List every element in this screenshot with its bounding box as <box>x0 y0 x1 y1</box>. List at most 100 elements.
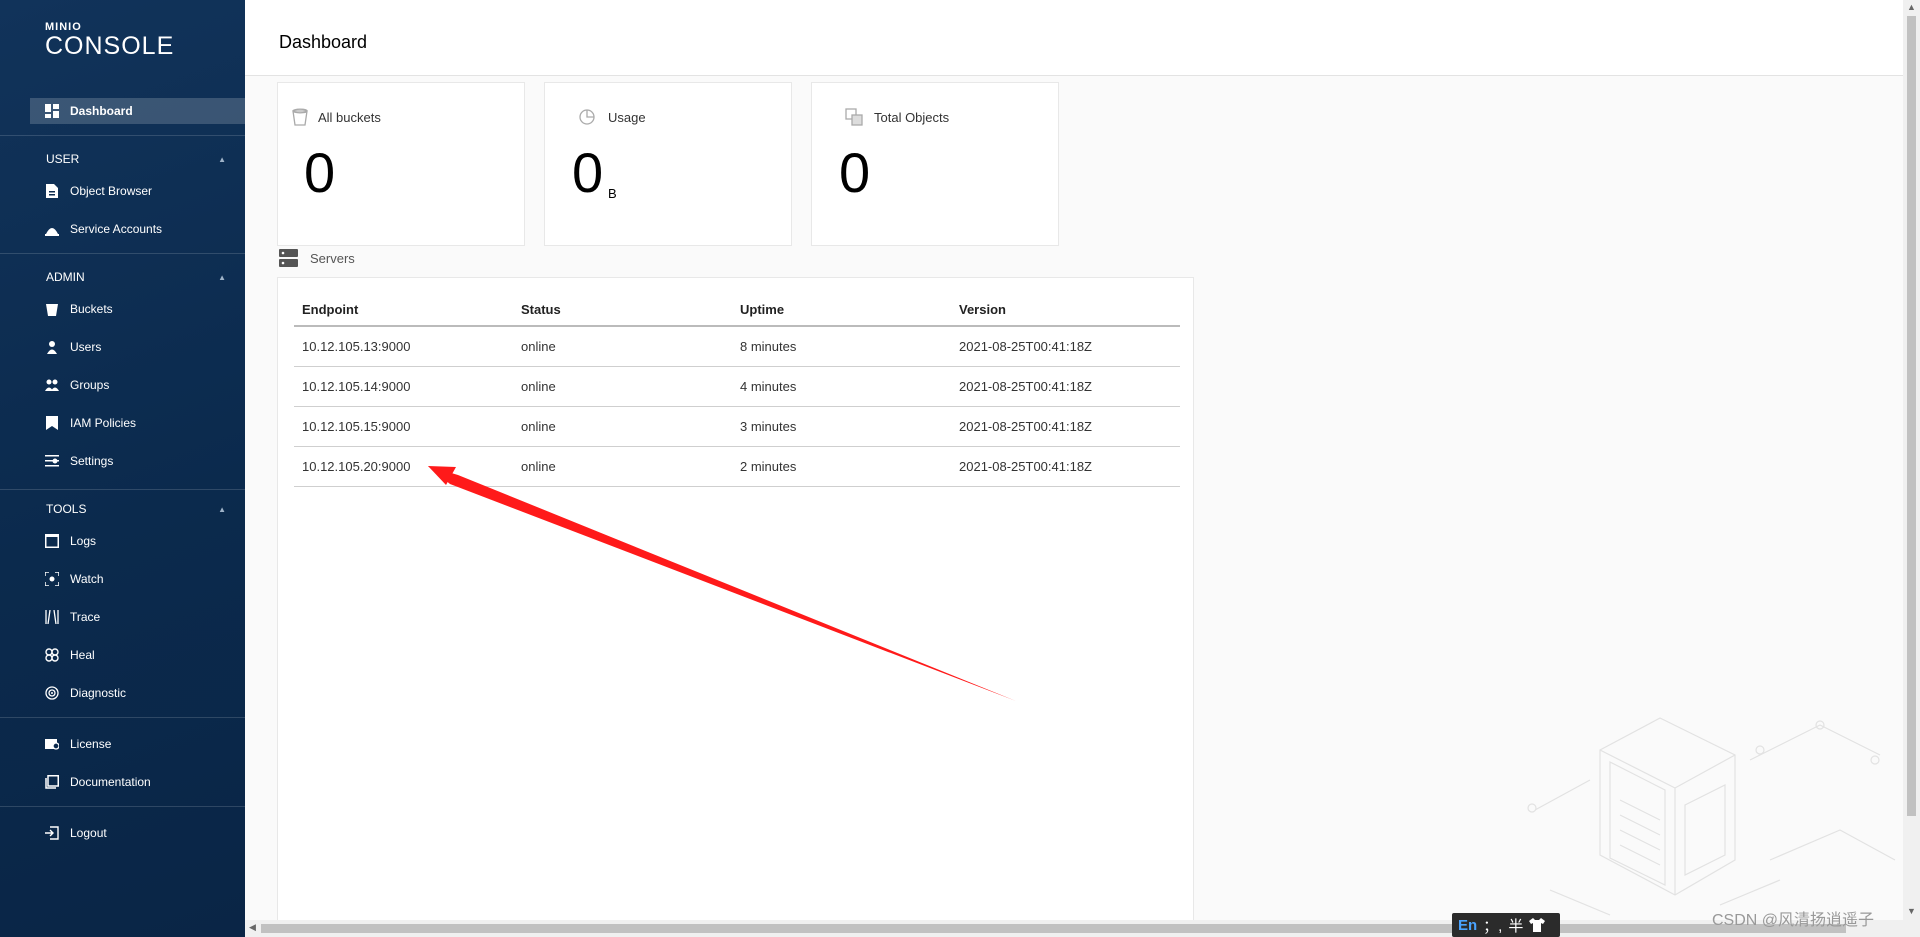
card-unit: B <box>608 186 617 201</box>
table-row[interactable]: 10.12.105.15:9000 online 3 minutes 2021-… <box>294 406 1180 447</box>
minio-console-logo[interactable]: MINIO CONSOLE <box>45 22 175 60</box>
card-label: All buckets <box>318 110 381 125</box>
page-title: Dashboard <box>279 32 368 52</box>
page-header: Dashboard <box>245 0 1905 76</box>
sidebar-item-logout[interactable]: Logout <box>30 820 245 846</box>
sidebar-item-label: Watch <box>70 572 104 586</box>
sidebar-item-users[interactable]: Users <box>30 334 245 360</box>
sidebar-item-license[interactable]: License <box>30 731 245 757</box>
cell-endpoint: 10.12.105.14:9000 <box>294 366 513 407</box>
sidebar-item-label: Buckets <box>70 302 113 316</box>
sidebar-item-iam-policies[interactable]: IAM Policies <box>30 410 245 436</box>
servers-section-header: Servers <box>279 249 355 267</box>
divider <box>0 489 245 490</box>
annotation-arrow <box>428 466 1016 701</box>
heal-icon <box>45 648 59 662</box>
sidebar-item-label: License <box>70 737 112 751</box>
watermark: CSDN @风清扬逍遥子 <box>1712 912 1875 929</box>
sidebar-item-groups[interactable]: Groups <box>30 372 245 398</box>
sidebar-item-service-accounts[interactable]: Service Accounts <box>30 216 245 242</box>
section-tools[interactable]: TOOLS ▲ <box>46 502 226 516</box>
collapse-caret-icon[interactable]: ▲ <box>218 273 226 282</box>
settings-icon <box>45 454 59 468</box>
cell-endpoint: 10.12.105.13:9000 <box>294 326 513 367</box>
card-label: Usage <box>608 110 646 125</box>
ime-status-bar[interactable]: En ；, 半 <box>1452 913 1560 937</box>
file-icon <box>45 184 59 198</box>
ime-mode[interactable]: En <box>1458 917 1477 934</box>
cell-endpoint: 10.12.105.15:9000 <box>294 406 513 447</box>
collapse-caret-icon[interactable]: ▲ <box>218 505 226 514</box>
cell-status: online <box>513 326 732 367</box>
cell-status: online <box>513 406 732 447</box>
sidebar-item-heal[interactable]: Heal <box>30 642 245 668</box>
license-icon <box>45 737 59 751</box>
cell-uptime: 8 minutes <box>732 326 951 367</box>
sidebar-item-logs[interactable]: Logs <box>30 528 245 554</box>
cell-uptime: 3 minutes <box>732 406 951 447</box>
sidebar-item-settings[interactable]: Settings <box>30 448 245 474</box>
section-title: ADMIN <box>46 270 85 284</box>
watch-icon <box>45 572 59 586</box>
cell-version: 2021-08-25T00:41:18Z <box>951 326 1180 367</box>
card-value: 0 <box>304 141 336 204</box>
scroll-down-arrow-icon[interactable]: ▼ <box>1907 906 1916 916</box>
sidebar-item-diagnostic[interactable]: Diagnostic <box>30 680 245 706</box>
cell-status: online <box>513 366 732 407</box>
card-value: 0 <box>839 141 871 204</box>
cell-uptime: 4 minutes <box>732 366 951 407</box>
scroll-up-arrow-icon[interactable]: ▲ <box>1907 2 1916 12</box>
ime-punct[interactable]: ；, <box>1483 915 1502 936</box>
horizontal-scroll-thumb[interactable] <box>261 924 1846 933</box>
sidebar-item-label: IAM Policies <box>70 416 137 430</box>
bucket-icon <box>290 107 310 127</box>
cell-version: 2021-08-25T00:41:18Z <box>951 406 1180 447</box>
documentation-icon <box>45 775 59 789</box>
table-header-row: Endpoint Status Uptime Version <box>294 294 1180 327</box>
decorative-server-illustration <box>1527 717 1896 916</box>
divider <box>0 717 245 718</box>
user-icon <box>45 340 59 354</box>
dashboard-icon <box>45 104 59 118</box>
sidebar-item-label: Logout <box>70 826 107 840</box>
diagnostic-icon <box>45 686 59 700</box>
ime-width[interactable]: 半 <box>1508 915 1523 936</box>
shirt-skin-icon[interactable] <box>1529 918 1546 932</box>
divider <box>0 806 245 807</box>
logs-icon <box>45 534 59 548</box>
logo-product: CONSOLE <box>45 32 175 60</box>
bell-service-icon <box>45 222 59 236</box>
sidebar-item-trace[interactable]: Trace <box>30 604 245 630</box>
column-header-version: Version <box>951 294 1180 327</box>
cell-version: 2021-08-25T00:41:18Z <box>951 366 1180 407</box>
sidebar-item-label: Users <box>70 340 102 354</box>
groups-icon <box>45 378 59 392</box>
sidebar-item-label: Diagnostic <box>70 686 127 700</box>
sidebar-item-label: Object Browser <box>70 184 153 198</box>
card-total-objects: Total Objects 0 <box>811 82 1059 246</box>
sidebar-item-label: Logs <box>70 534 97 548</box>
sidebar-item-dashboard[interactable]: Dashboard <box>30 98 245 124</box>
section-admin[interactable]: ADMIN ▲ <box>46 270 226 284</box>
vertical-scrollbar[interactable]: ▲ ▼ <box>1903 0 1920 937</box>
sidebar-item-object-browser[interactable]: Object Browser <box>30 178 245 204</box>
sidebar-item-buckets[interactable]: Buckets <box>30 296 245 322</box>
column-header-uptime: Uptime <box>732 294 951 327</box>
column-header-status: Status <box>513 294 732 327</box>
collapse-caret-icon[interactable]: ▲ <box>218 155 226 164</box>
section-user[interactable]: USER ▲ <box>46 152 226 166</box>
bucket-icon <box>45 302 59 316</box>
divider <box>0 253 245 254</box>
scroll-left-arrow-icon[interactable]: ◀ <box>249 922 256 933</box>
table-row[interactable]: 10.12.105.14:9000 online 4 minutes 2021-… <box>294 366 1180 407</box>
vertical-scroll-thumb[interactable] <box>1907 16 1916 816</box>
sidebar: MINIO CONSOLE Dashboard USER ▲ Object Br… <box>0 0 245 937</box>
section-title: USER <box>46 152 80 166</box>
sidebar-item-label: Heal <box>70 648 95 662</box>
horizontal-scrollbar[interactable]: ◀ <box>245 920 1905 937</box>
sidebar-item-watch[interactable]: Watch <box>30 566 245 592</box>
table-row[interactable]: 10.12.105.13:9000 online 8 minutes 2021-… <box>294 326 1180 367</box>
card-usage: Usage 0 B <box>544 82 792 246</box>
sidebar-item-documentation[interactable]: Documentation <box>30 769 245 795</box>
servers-title: Servers <box>310 250 355 266</box>
